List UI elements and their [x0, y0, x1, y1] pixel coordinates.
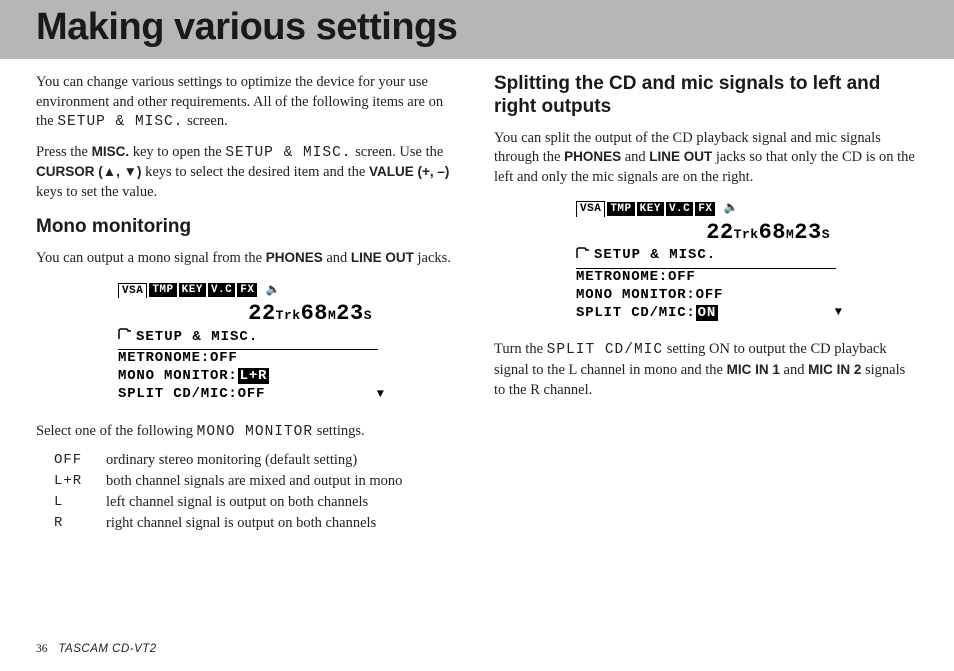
split-paragraph-1: You can split the output of the CD playb…	[494, 129, 918, 188]
product-model: TASCAM CD-VT2	[58, 643, 156, 655]
page-title: Making various settings	[36, 6, 918, 49]
mono-paragraph: You can output a mono signal from the PH…	[36, 249, 460, 269]
lcd-tab: KEY	[637, 202, 664, 216]
heading-mono-monitoring: Mono monitoring	[36, 216, 460, 239]
lcd-line: MONO MONITOR:OFF	[576, 287, 836, 305]
lcd-timecode: 22Trk68M23S	[576, 219, 836, 247]
split-paragraph-2: Turn the SPLIT CD/MIC setting ON to outp…	[494, 340, 918, 400]
lcd-tab: TMP	[607, 202, 634, 216]
option-row: Rright channel signal is output on both …	[54, 515, 460, 532]
option-row: L+Rboth channel signals are mixed and ou…	[54, 473, 460, 490]
folder-tab-icon	[576, 247, 590, 266]
intro-paragraph-2: Press the MISC. key to open the SETUP & …	[36, 143, 460, 203]
setting-name: MONO MONITOR	[197, 424, 313, 440]
mic-in-1: MIC IN 1	[727, 362, 780, 377]
lcd-screenshot-split: VSA TMP KEY V.C FX 🔈 22Trk68M23S SETUP &…	[494, 201, 918, 322]
lcd-screenshot-mono: VSA TMP KEY V.C FX 🔈 22Trk68M23S SETUP &…	[36, 283, 460, 404]
lcd-highlight: ON	[696, 305, 718, 321]
lcd-highlight: L+R	[238, 368, 270, 384]
cursor-key: CURSOR (▲, ▼)	[36, 164, 141, 179]
setting-name: SPLIT CD/MIC	[547, 342, 663, 358]
lineout-jack: LINE OUT	[351, 250, 414, 265]
screen-name: SETUP & MISC.	[57, 114, 183, 130]
mic-in-2: MIC IN 2	[808, 362, 861, 377]
lcd-line: METRONOME:OFF	[576, 269, 836, 287]
mono-options-table: OFFordinary stereo monitoring (default s…	[54, 452, 460, 532]
lcd-tabs: VSA TMP KEY V.C FX 🔈	[576, 201, 836, 216]
folder-tab-icon	[118, 328, 132, 347]
mono-select-paragraph: Select one of the following MONO MONITOR…	[36, 422, 460, 443]
lineout-jack: LINE OUT	[649, 149, 712, 164]
scroll-down-icon: ▼	[835, 305, 842, 320]
speaker-icon: 🔈	[723, 201, 738, 216]
lcd-tab: VSA	[118, 283, 147, 298]
value-key: VALUE (+, –)	[369, 164, 449, 179]
screen-name: SETUP & MISC.	[225, 145, 351, 161]
scroll-down-icon: ▼	[377, 387, 384, 402]
lcd-tab: FX	[695, 202, 715, 216]
lcd-tab: FX	[237, 283, 257, 297]
content-columns: You can change various settings to optim…	[36, 73, 918, 538]
right-column: Splitting the CD and mic signals to left…	[494, 73, 918, 538]
lcd-line: SPLIT CD/MIC:OFF	[118, 386, 378, 404]
lcd-timecode: 22Trk68M23S	[118, 300, 378, 328]
lcd-tab: KEY	[179, 283, 206, 297]
option-row: Lleft channel signal is output on both c…	[54, 494, 460, 511]
heading-split: Splitting the CD and mic signals to left…	[494, 73, 918, 119]
phones-jack: PHONES	[266, 250, 323, 265]
lcd-folder-row: SETUP & MISC.	[118, 328, 378, 350]
lcd-folder-row: SETUP & MISC.	[576, 247, 836, 269]
left-column: You can change various settings to optim…	[36, 73, 460, 538]
lcd-tab: VSA	[576, 201, 605, 216]
lcd-tab: TMP	[149, 283, 176, 297]
phones-jack: PHONES	[564, 149, 621, 164]
page-title-bar: Making various settings	[0, 0, 954, 59]
speaker-icon: 🔈	[265, 283, 280, 298]
page-footer: 36 TASCAM CD-VT2	[36, 643, 157, 655]
lcd-tab: V.C	[666, 202, 693, 216]
lcd-line: MONO MONITOR:L+R	[118, 368, 378, 386]
lcd-tab: V.C	[208, 283, 235, 297]
lcd-tabs: VSA TMP KEY V.C FX 🔈	[118, 283, 378, 298]
lcd-line: SPLIT CD/MIC:ON	[576, 305, 836, 323]
intro-paragraph-1: You can change various settings to optim…	[36, 73, 460, 133]
misc-key: MISC.	[92, 144, 130, 159]
option-row: OFFordinary stereo monitoring (default s…	[54, 452, 460, 469]
lcd-line: METRONOME:OFF	[118, 350, 378, 368]
page-number: 36	[36, 643, 48, 655]
